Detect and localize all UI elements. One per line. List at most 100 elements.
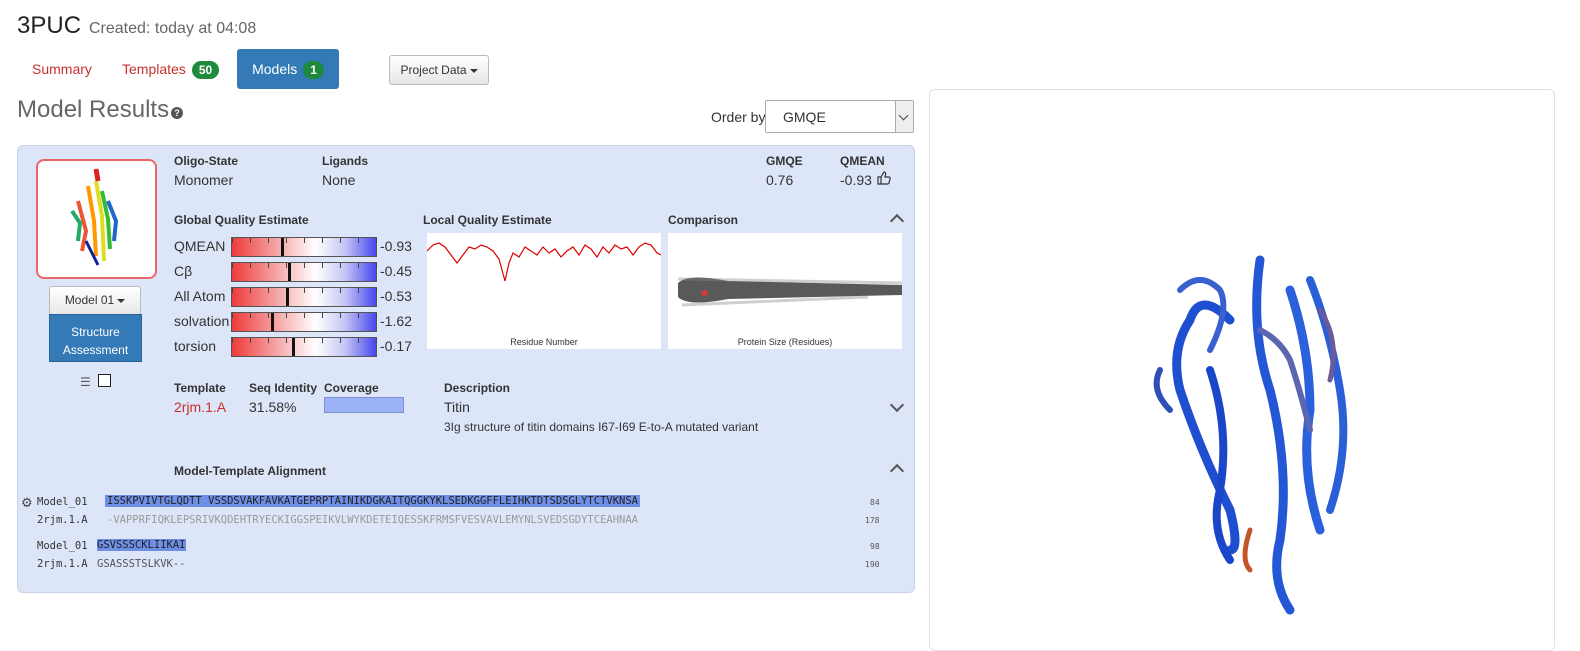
coverage-label: Coverage (324, 381, 379, 395)
tab-models-label: Models (252, 61, 298, 77)
quality-bar-tick (358, 338, 359, 343)
ligands-label: Ligands (322, 154, 369, 168)
comparison-scatter: ★ (677, 277, 903, 307)
local-quality-plot[interactable]: Residue Number (426, 233, 662, 349)
gmqe-label: GMQE (766, 154, 803, 168)
order-by-select[interactable]: GMQE (765, 100, 914, 133)
alignment-row-end: 84 (870, 498, 880, 507)
structure-viewer[interactable] (929, 89, 1555, 651)
seq-identity-label: Seq Identity (249, 381, 318, 395)
quality-row-label: solvation (174, 313, 230, 329)
model-results-title: Model Results (17, 96, 170, 123)
quality-bar-tick (268, 263, 269, 268)
tab-models[interactable]: Models 1 (237, 49, 339, 89)
quality-bar-tick (376, 288, 377, 293)
quality-row-value: -0.93 (380, 238, 412, 254)
model-select-dropdown[interactable]: Model 01 (49, 286, 141, 315)
comparison-xlabel: Protein Size (Residues) (737, 337, 833, 347)
svg-text:★: ★ (699, 286, 710, 300)
gear-icon[interactable]: ⚙ (21, 495, 33, 511)
quality-bar-tick (232, 263, 233, 268)
oligo-state-label: Oligo-State (174, 154, 239, 168)
templates-count-badge: 50 (191, 61, 220, 80)
quality-bar-tick (268, 288, 269, 293)
quality-bar-tick (358, 263, 359, 268)
quality-row-label: QMEAN (174, 238, 226, 254)
tab-templates-label: Templates (122, 61, 186, 77)
local-quality-xlabel: Residue Number (510, 337, 578, 347)
quality-bar-tick (250, 313, 251, 318)
quality-bar-tick (250, 263, 251, 268)
seq-identity-value: 31.58% (249, 399, 297, 415)
quality-bar-tick (358, 313, 359, 318)
comparison-plot[interactable]: ★ Protein Size (Residues) (668, 233, 903, 349)
quality-bar-tick (286, 238, 287, 243)
quality-bar-tick (322, 263, 323, 268)
quality-bar-tick (376, 313, 377, 318)
select-checkbox[interactable] (98, 374, 111, 387)
quality-bar-tick (358, 288, 359, 293)
quality-bar-tick (232, 238, 233, 243)
alignment-row-name: 2rjm.1.A (37, 558, 88, 570)
quality-bar-tick (286, 263, 287, 268)
quality-bar-tick (304, 313, 305, 318)
ligands-value: None (322, 172, 356, 188)
thumbs-up-icon (876, 170, 892, 191)
order-by-value: GMQE (783, 109, 826, 125)
caret-down-icon (117, 298, 126, 303)
quality-bar-tick (340, 313, 341, 318)
quality-row-value: -1.62 (380, 313, 412, 329)
quality-bar-marker (281, 238, 284, 256)
model-thumbnail[interactable] (36, 159, 157, 279)
quality-bar-tick (250, 288, 251, 293)
quality-bar-marker (271, 313, 274, 331)
quality-bar-tick (268, 313, 269, 318)
quality-bar-tick (250, 238, 251, 243)
quality-bar-tick (232, 338, 233, 343)
quality-row-value: -0.45 (380, 263, 412, 279)
tab-templates[interactable]: Templates 50 (108, 49, 233, 89)
oligo-state-value: Monomer (174, 172, 234, 188)
model-select-label: Model 01 (64, 293, 115, 307)
alignment-row-name: 2rjm.1.A (37, 514, 88, 526)
quality-bar-tick (304, 338, 305, 343)
quality-bar-tick (322, 313, 323, 318)
tab-summary[interactable]: Summary (17, 49, 107, 89)
quality-row-label: torsion (174, 338, 217, 354)
alignment-row-end: 190 (865, 560, 880, 569)
quality-bar-tick (340, 238, 341, 243)
description-label: Description (444, 381, 511, 395)
list-icon[interactable]: ☰ (80, 375, 91, 389)
question-circle-icon[interactable]: ? (171, 107, 183, 119)
quality-bar (231, 312, 377, 332)
quality-bar-tick (376, 238, 377, 243)
template-label: Template (174, 381, 226, 395)
models-count-badge: 1 (303, 61, 324, 80)
structure-btn-line1: Structure (71, 325, 120, 339)
qmean-label: QMEAN (840, 154, 885, 168)
local-quality-title: Local Quality Estimate (423, 213, 552, 227)
quality-bar-tick (358, 238, 359, 243)
tab-summary-label: Summary (32, 61, 92, 77)
comparison-title: Comparison (668, 213, 739, 227)
quality-bar-tick (376, 338, 377, 343)
alignment-row-end: 178 (865, 516, 880, 525)
template-link[interactable]: 2rjm.1.A (174, 399, 226, 415)
quality-bar-tick (286, 313, 287, 318)
quality-bar-marker (288, 263, 291, 281)
gmqe-value: 0.76 (766, 172, 794, 188)
alignment-title: Model-Template Alignment (174, 464, 327, 478)
quality-bar-tick (304, 238, 305, 243)
quality-bar-tick (322, 288, 323, 293)
caret-down-icon (469, 68, 478, 73)
structure-assessment-button[interactable]: Structure Assessment (49, 314, 142, 362)
project-data-dropdown[interactable]: Project Data (389, 55, 489, 85)
alignment-row-end: 98 (870, 542, 880, 551)
quality-bar (231, 337, 377, 357)
quality-row-value: -0.53 (380, 288, 412, 304)
global-quality-title: Global Quality Estimate (174, 213, 309, 227)
project-title: 3PUC (17, 12, 82, 39)
quality-bar-tick (322, 338, 323, 343)
alignment-row-name: Model_01 (37, 540, 88, 552)
quality-bar-tick (340, 288, 341, 293)
